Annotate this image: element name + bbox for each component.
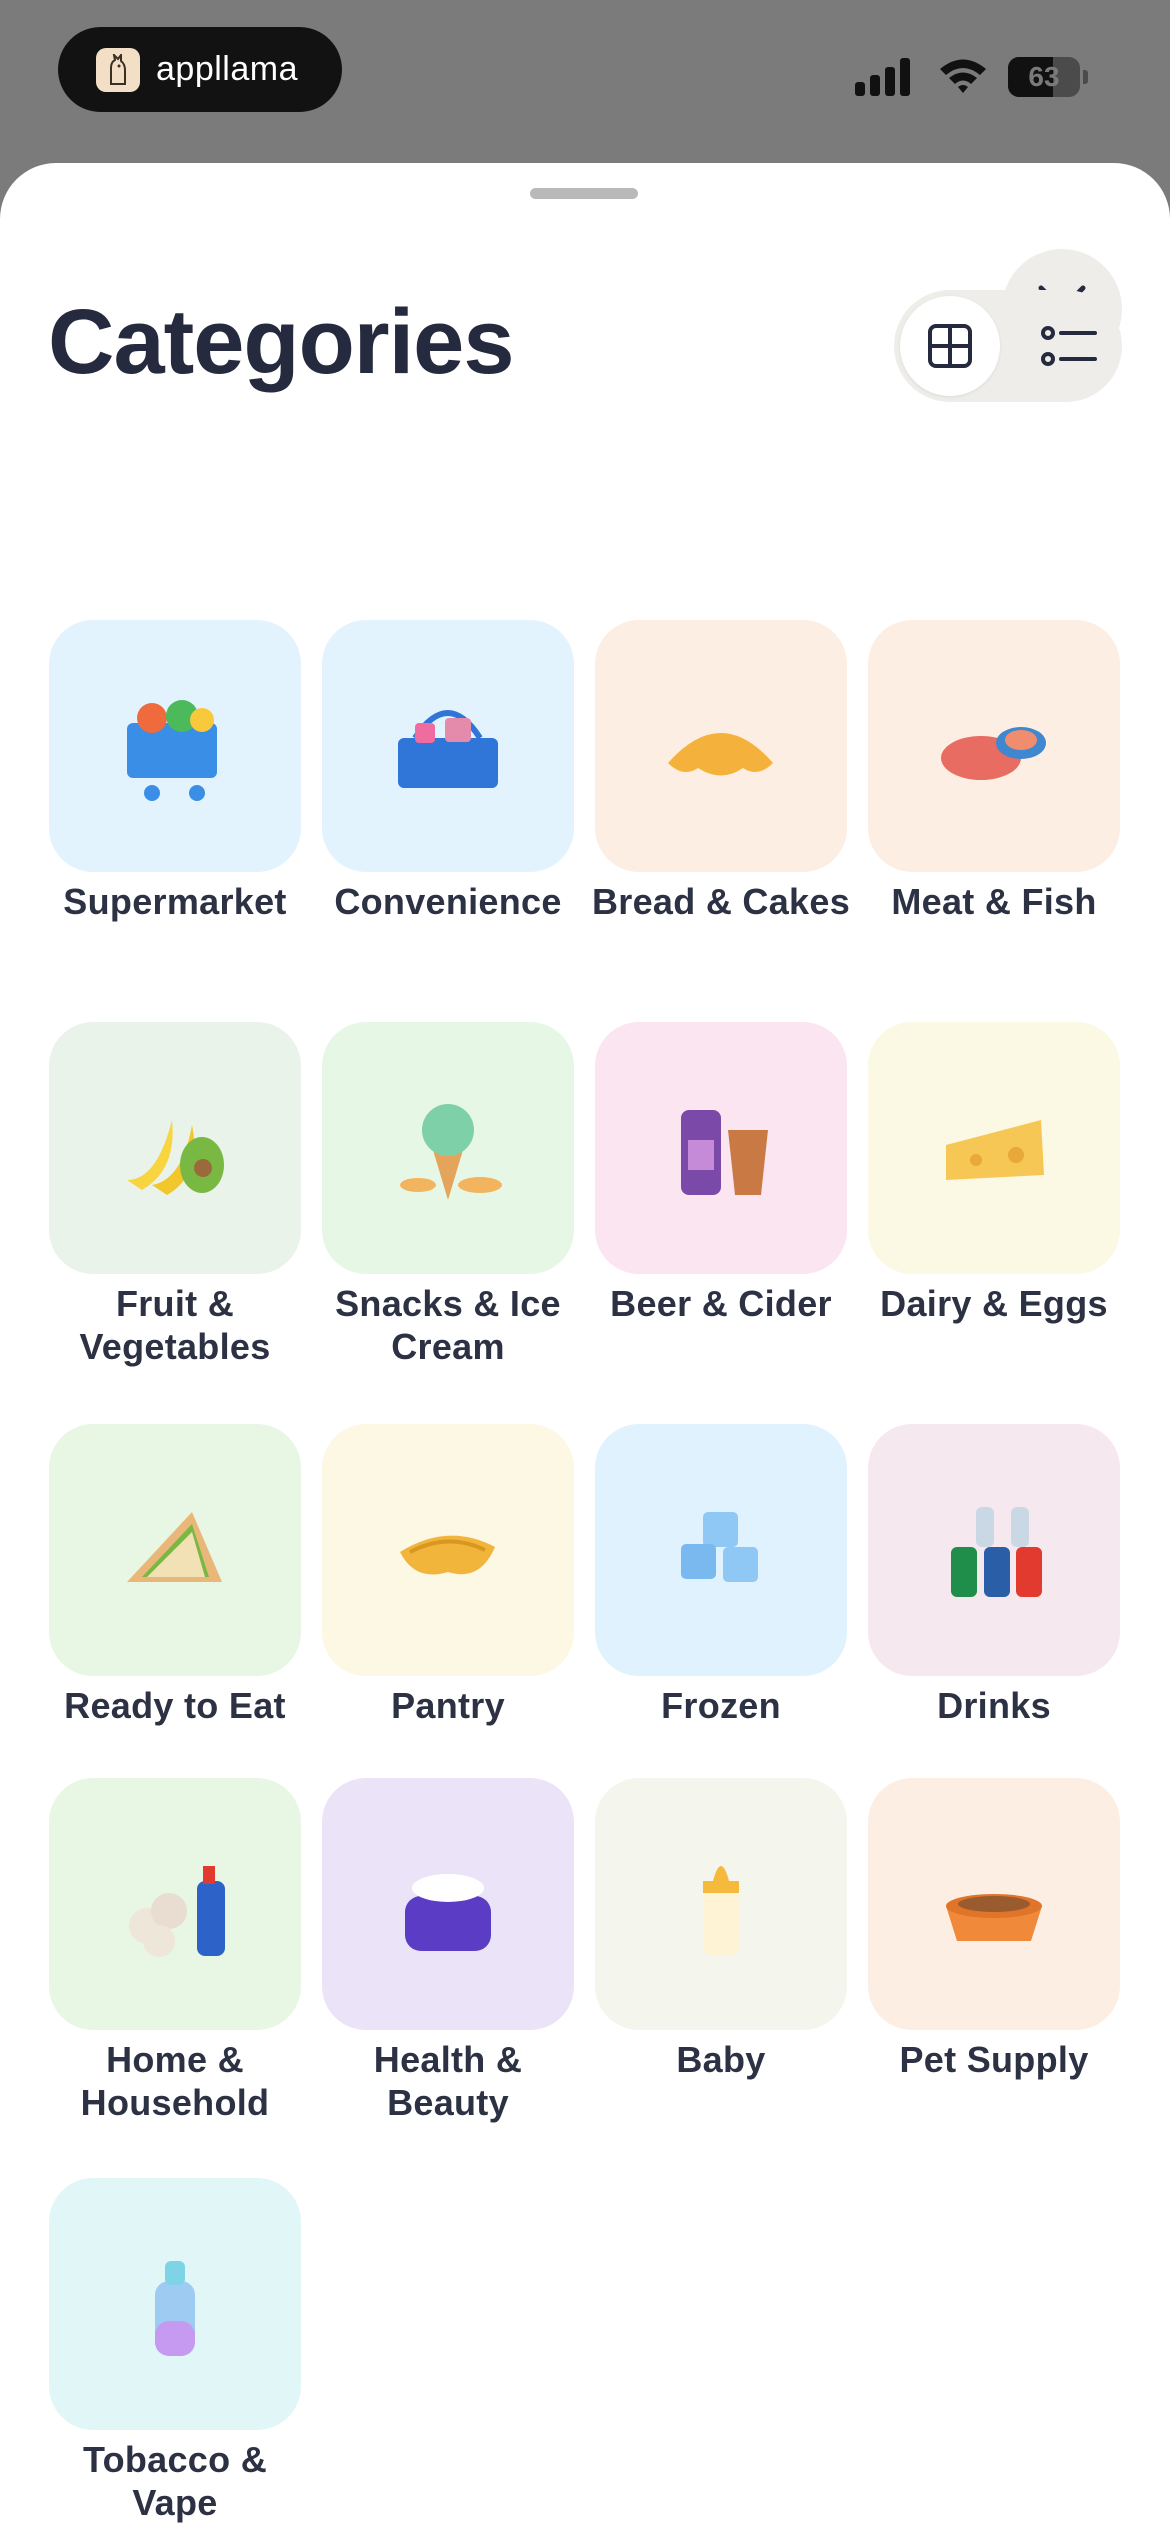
wifi-icon (938, 56, 988, 96)
category-tile (49, 2178, 301, 2430)
category-tile (49, 1022, 301, 1274)
category-home-and-household[interactable]: Home & Household (45, 1778, 305, 2124)
category-label: Beer & Cider (610, 1283, 832, 1324)
category-tile (322, 1022, 574, 1274)
sheet-grabber[interactable] (530, 188, 638, 199)
category-tile (49, 1778, 301, 2030)
steak-icon (941, 727, 1046, 780)
category-pantry[interactable]: Pantry (318, 1424, 578, 1727)
cheese-icon (946, 1120, 1044, 1180)
category-label: Drinks (937, 1685, 1051, 1726)
status-bar: appllama 63 (0, 0, 1170, 160)
category-tile (595, 620, 847, 872)
category-label: Dairy & Eggs (880, 1283, 1108, 1324)
category-health-and-beauty[interactable]: Health & Beauty (318, 1778, 578, 2124)
battery-cap (1083, 70, 1088, 84)
category-tile (868, 1022, 1120, 1274)
category-tile (322, 620, 574, 872)
banana-avocado-icon (127, 1120, 224, 1195)
brand-name: appllama (156, 50, 298, 88)
category-meat-and-fish[interactable]: Meat & Fish (864, 620, 1124, 923)
list-view-icon (1041, 326, 1097, 366)
category-tile (868, 620, 1120, 872)
cleaning-supplies-icon (129, 1866, 225, 1957)
category-baby[interactable]: Baby (591, 1778, 851, 2081)
sandwich-icon (127, 1512, 222, 1582)
category-drinks[interactable]: Drinks (864, 1424, 1124, 1727)
category-beer-and-cider[interactable]: Beer & Cider (591, 1022, 851, 1325)
shopping-cart-icon (127, 700, 217, 801)
category-convenience[interactable]: Convenience (318, 620, 578, 923)
category-pet-supply[interactable]: Pet Supply (864, 1778, 1124, 2081)
category-tile (595, 1022, 847, 1274)
page-title: Categories (48, 291, 514, 393)
category-label: Baby (676, 2039, 766, 2080)
vape-icon (155, 2261, 195, 2356)
category-tile (595, 1778, 847, 2030)
category-label: Pantry (391, 1685, 505, 1726)
list-view-button[interactable] (1014, 296, 1114, 396)
category-label: Supermarket (63, 881, 287, 922)
category-label: Home & Household (80, 2039, 270, 2123)
category-tile (595, 1424, 847, 1676)
category-tile (322, 1778, 574, 2030)
grid-view-button[interactable] (900, 296, 1000, 396)
category-fruit-and-vegetables[interactable]: Fruit & Vegetables (45, 1022, 305, 1368)
category-label: Snacks & Ice Cream (335, 1283, 561, 1367)
ice-cream-icon (400, 1104, 502, 1200)
category-tile (49, 1424, 301, 1676)
category-snacks-and-ice-cream[interactable]: Snacks & Ice Cream (318, 1022, 578, 1368)
category-label: Bread & Cakes (591, 881, 851, 922)
category-frozen[interactable]: Frozen (591, 1424, 851, 1727)
category-dairy-and-eggs[interactable]: Dairy & Eggs (864, 1022, 1124, 1325)
category-label: Health & Beauty (373, 2039, 523, 2123)
category-tile (868, 1424, 1120, 1676)
pet-bowl-icon (946, 1894, 1042, 1941)
category-label: Pet Supply (899, 2039, 1089, 2080)
shopping-basket-icon (398, 710, 498, 788)
llama-logo-icon (96, 47, 140, 92)
category-label: Meat & Fish (891, 881, 1097, 922)
soda-bottles-icon (951, 1507, 1042, 1597)
battery-icon: 63 (1008, 57, 1080, 97)
category-ready-to-eat[interactable]: Ready to Eat (45, 1424, 305, 1727)
category-label: Tobacco & Vape (82, 2439, 268, 2523)
beer-can-icon (681, 1110, 768, 1195)
battery-percent: 63 (1028, 61, 1060, 92)
category-label: Convenience (334, 881, 562, 922)
category-supermarket[interactable]: Supermarket (45, 620, 305, 923)
view-toggle (894, 290, 1122, 402)
category-label: Frozen (661, 1685, 781, 1726)
cream-jar-icon (405, 1874, 491, 1951)
croissant-icon (668, 733, 773, 776)
category-tile (322, 1424, 574, 1676)
brand-pill[interactable]: appllama (58, 27, 342, 112)
category-bread-and-cakes[interactable]: Bread & Cakes (591, 620, 851, 923)
pasta-icon (400, 1535, 495, 1575)
category-tobacco-and-vape[interactable]: Tobacco & Vape (45, 2178, 305, 2524)
ice-cube-icon (681, 1512, 758, 1582)
baby-bottle-icon (703, 1866, 739, 1956)
cellular-signal-icon (855, 58, 913, 96)
category-tile (868, 1778, 1120, 2030)
category-label: Ready to Eat (64, 1685, 286, 1726)
category-tile (49, 620, 301, 872)
category-label: Fruit & Vegetables (79, 1283, 271, 1367)
grid-view-icon (928, 324, 972, 368)
